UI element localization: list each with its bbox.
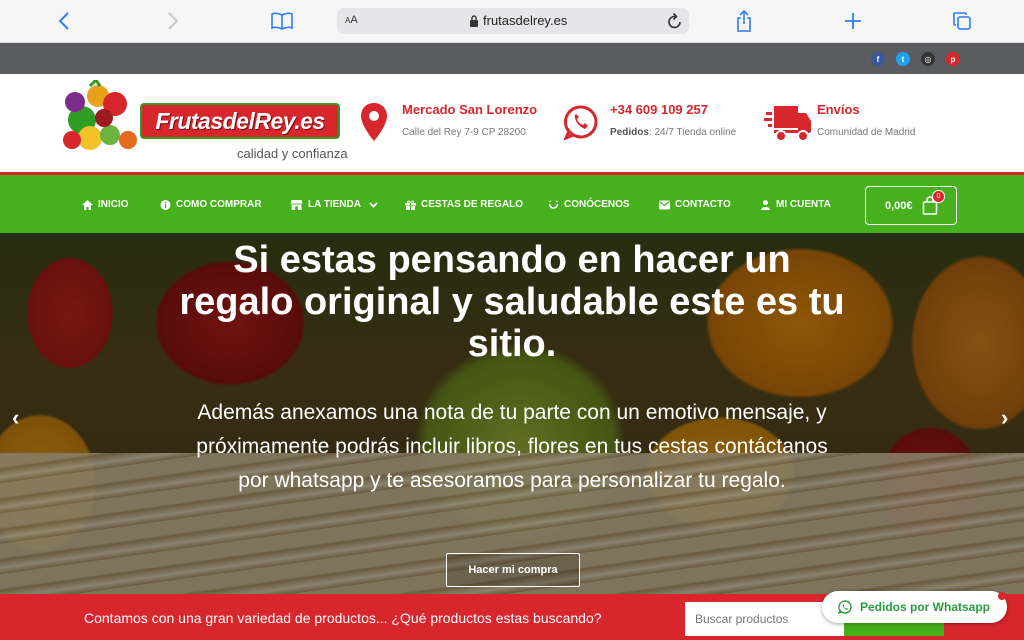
hero-slider: Si estas pensando en hacer un regalo ori… [0, 233, 1024, 594]
phone-number[interactable]: +34 609 109 257 [610, 102, 736, 117]
location-title: Mercado San Lorenzo [402, 102, 538, 117]
cart-count-badge: 0 [932, 190, 945, 203]
envelope-icon [659, 200, 670, 209]
share-icon[interactable] [731, 8, 757, 34]
gift-icon [405, 200, 416, 210]
chevron-down-icon [369, 201, 378, 208]
map-pin-icon [361, 103, 387, 141]
text-size-button[interactable]: AAAA [345, 14, 358, 26]
whatsapp-orders-button[interactable]: Pedidos por Whatsapp [822, 591, 1007, 623]
location-address: Calle del Rey 7-9 CP 28200 [402, 127, 526, 138]
nav-item-la-tienda[interactable]: LA TIENDA [290, 199, 378, 210]
address-bar[interactable]: AAAA frutasdelrey.es [337, 8, 689, 34]
nav-item-conocenos[interactable]: CONÓCENOS [548, 199, 630, 210]
url-text: frutasdelrey.es [483, 13, 568, 28]
nav-item-cestas-de-regalo[interactable]: CESTAS DE REGALO [405, 199, 523, 210]
orders-hours: Pedidos: 24/7 Tienda online [610, 127, 737, 138]
whatsapp-icon [563, 105, 598, 140]
browser-toolbar: AAAA frutasdelrey.es [0, 0, 1024, 43]
twitter-icon[interactable]: t [896, 52, 910, 66]
shop-now-button[interactable]: Hacer mi compra [446, 553, 580, 587]
new-tab-icon[interactable] [840, 8, 866, 34]
tabs-icon[interactable] [949, 8, 975, 34]
info-icon [160, 199, 171, 210]
nav-item-contacto[interactable]: CONTACTO [659, 199, 731, 210]
whatsapp-icon [838, 600, 852, 614]
home-icon [82, 199, 93, 210]
facebook-icon[interactable]: f [871, 52, 885, 66]
back-icon[interactable] [51, 8, 77, 34]
site-header: FrutasdelRey.es calidad y confianza Merc… [0, 74, 1024, 172]
bookmarks-icon[interactable] [269, 8, 295, 34]
shipping-info: Envíos Comunidad de Madrid [817, 102, 915, 138]
slider-prev-icon[interactable]: ‹ [12, 405, 19, 431]
main-nav: INICIO COMO COMPRAR LA TIENDA CESTAS DE … [0, 172, 1024, 233]
hero-title: Si estas pensando en hacer un regalo ori… [179, 239, 845, 365]
search-question: Contamos con una gran variedad de produc… [84, 610, 602, 626]
reload-icon[interactable] [667, 12, 683, 30]
logo-badge: FrutasdelRey.es [140, 103, 340, 139]
delivery-truck-icon [764, 106, 811, 142]
user-icon [761, 199, 770, 210]
store-icon [290, 199, 303, 210]
instagram-icon[interactable]: ◎ [921, 52, 935, 66]
nav-item-como-comprar[interactable]: COMO COMPRAR [160, 199, 262, 210]
smile-icon [548, 200, 559, 209]
nav-item-mi-cuenta[interactable]: MI CUENTA [760, 199, 831, 210]
shipping-area: Comunidad de Madrid [817, 127, 916, 138]
cart-button[interactable]: 0,00€ 0 [865, 186, 957, 225]
tagline: calidad y confianza [237, 146, 348, 161]
slider-next-icon[interactable]: › [1001, 405, 1008, 431]
cart-amount: 0,00€ [885, 200, 913, 212]
nav-item-inicio[interactable]: INICIO [82, 199, 129, 210]
pinterest-icon[interactable]: p [946, 52, 960, 66]
search-input[interactable] [685, 602, 844, 636]
logo-text: FrutasdelRey.es [155, 107, 325, 134]
top-bar: f t ◎ p [0, 43, 1024, 74]
site-logo[interactable]: FrutasdelRey.es [60, 80, 342, 154]
notification-dot [998, 592, 1006, 600]
shipping-title: Envíos [817, 102, 860, 117]
forward-icon[interactable] [160, 8, 186, 34]
location-info: Mercado San Lorenzo Calle del Rey 7-9 CP… [402, 102, 537, 138]
phone-info: +34 609 109 257 Pedidos: 24/7 Tienda onl… [610, 102, 736, 138]
lock-icon [469, 15, 479, 27]
hero-text: Además anexamos una nota de tu parte con… [196, 401, 828, 492]
